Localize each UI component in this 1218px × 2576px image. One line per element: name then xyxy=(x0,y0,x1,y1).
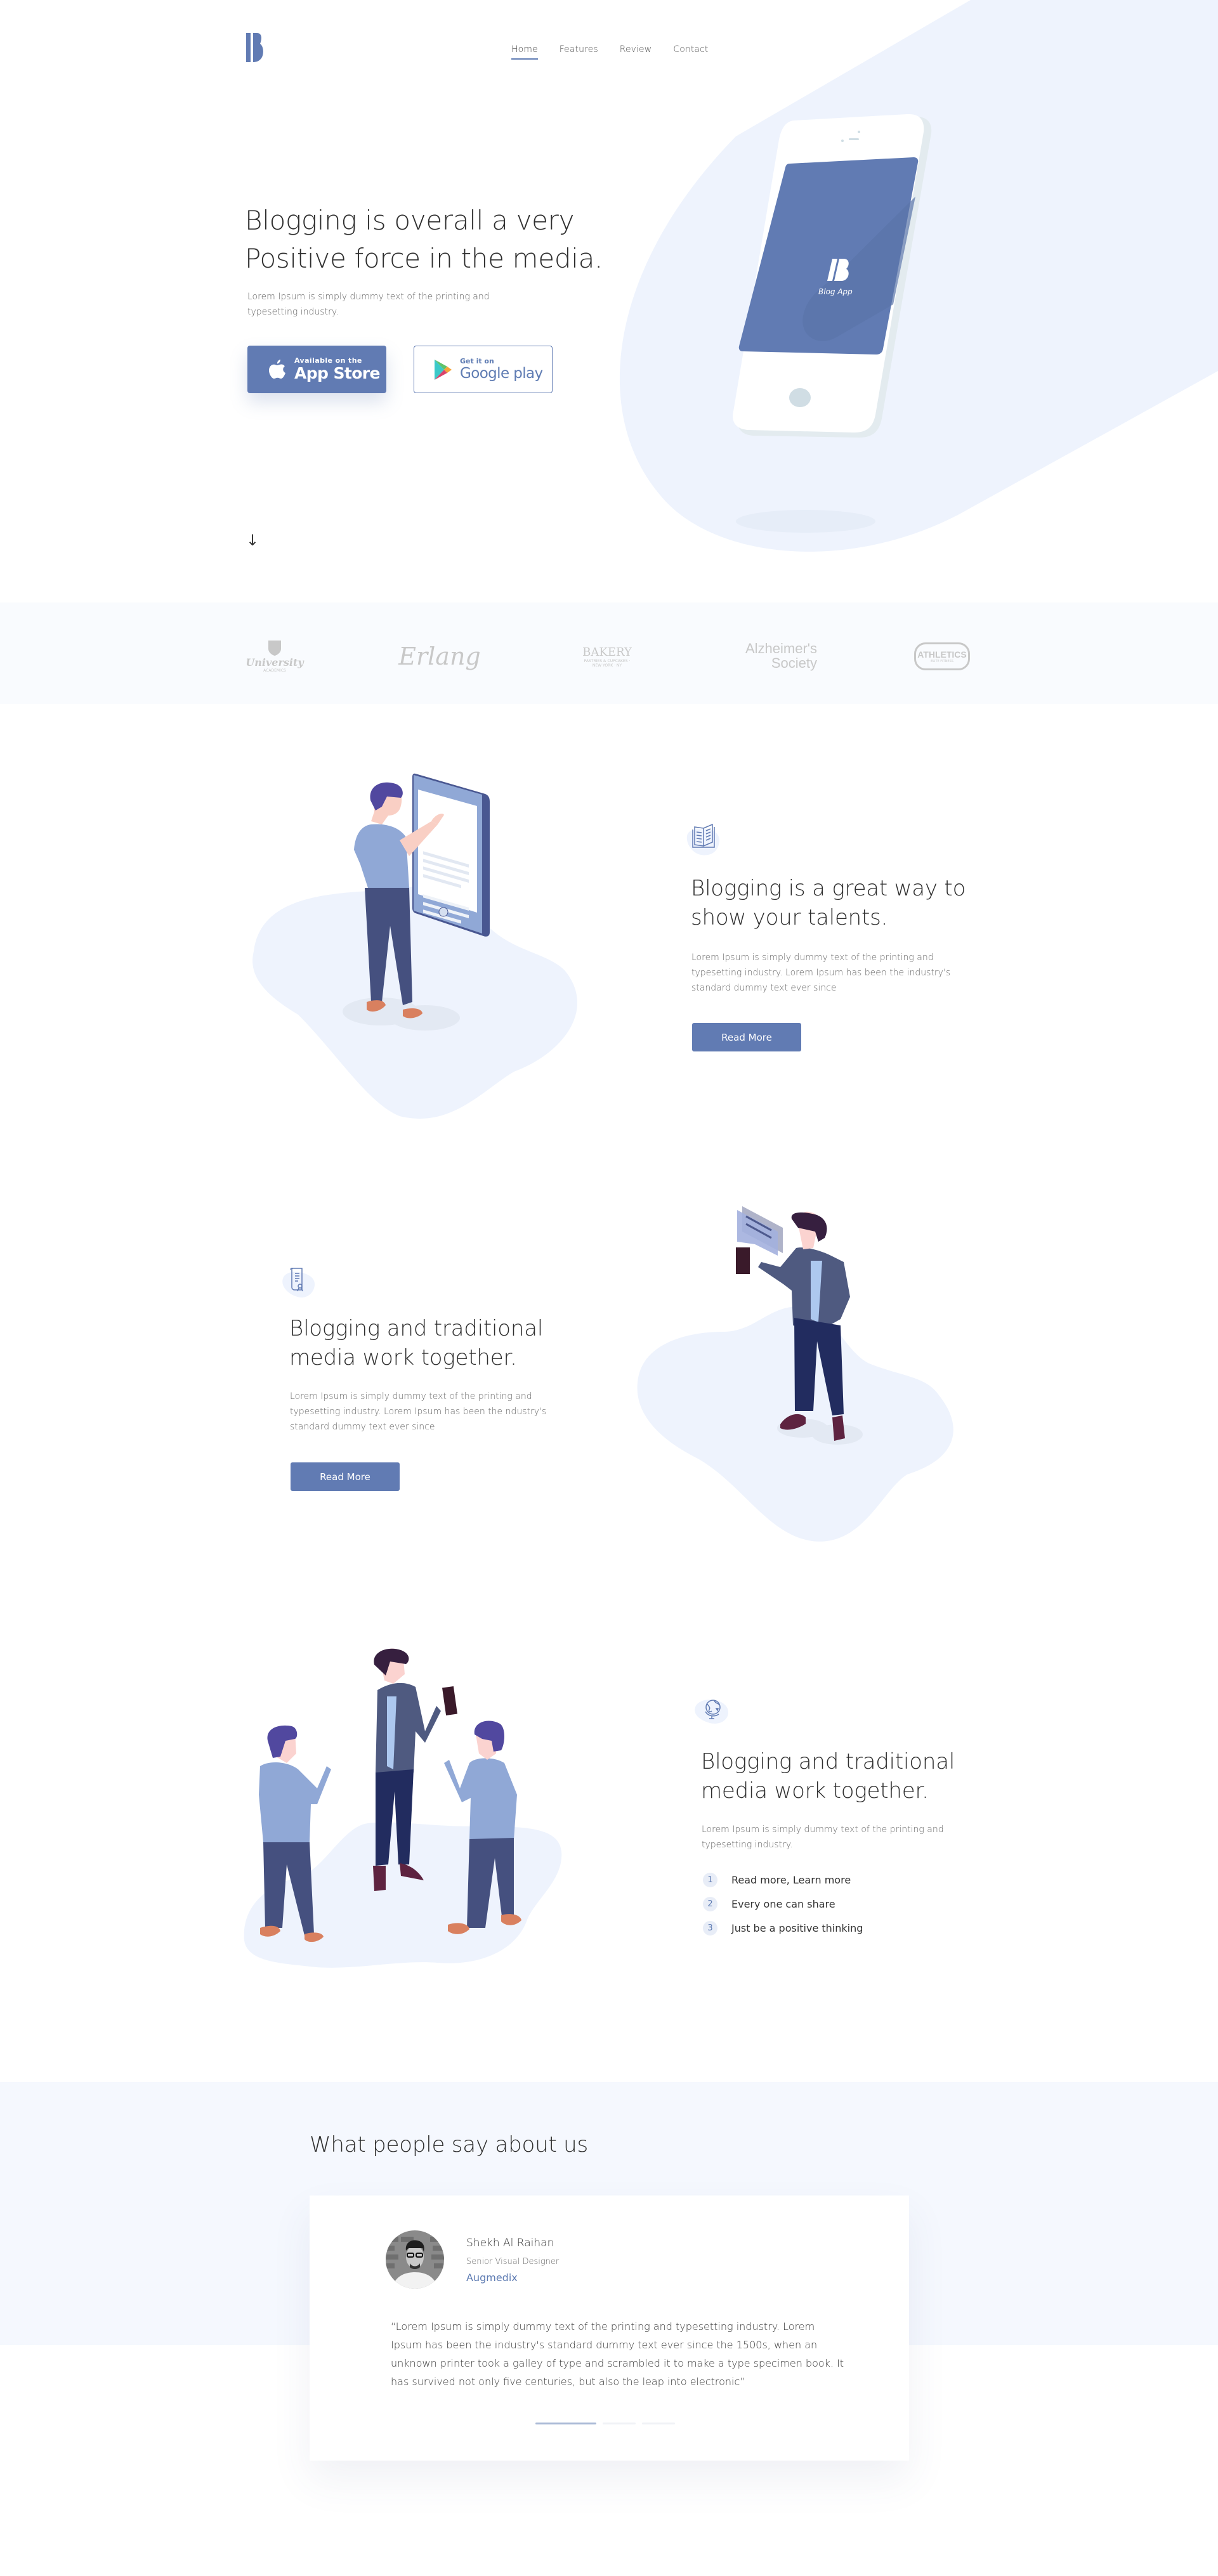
nav-review[interactable]: Review xyxy=(620,44,652,60)
illustration-group-discussion xyxy=(244,1648,562,1968)
hero-title-line2: Positive force in the media. xyxy=(245,243,603,274)
client-logo-university: University ACADEMICS xyxy=(246,634,304,679)
google-play-icon xyxy=(435,359,452,380)
app-store-button[interactable]: Available on the App Store xyxy=(247,346,386,393)
feature-1-read-more-button[interactable]: Read More xyxy=(692,1023,801,1051)
feature-3-list: 1 Read more, Learn more 2 Every one can … xyxy=(703,1868,863,1940)
shield-icon xyxy=(268,641,281,656)
hero-subtitle: Lorem Ipsum is simply dummy text of the … xyxy=(247,292,490,317)
testimonial-card: Shekh Al Raihan Senior Visual Designer A… xyxy=(310,2195,909,2461)
certificate-icon xyxy=(282,1268,315,1298)
avatar xyxy=(386,2230,444,2289)
illustration-person-tablet xyxy=(252,773,578,1119)
nav-contact[interactable]: Contact xyxy=(673,44,708,60)
client-logo-erlang: Erlang xyxy=(398,642,481,670)
list-item-label: Just be a positive thinking xyxy=(731,1922,863,1934)
globe-icon xyxy=(695,1700,729,1724)
reviewer-name: Shekh Al Raihan xyxy=(466,2237,554,2249)
client-logo-alzheimers: Alzheimer's Society xyxy=(745,641,817,671)
hero-background-blob xyxy=(619,0,1218,552)
testimonial-quote: “Lorem Ipsum is simply dummy text of the… xyxy=(391,2320,844,2388)
feature-1-title: Blogging is a great way to show your tale… xyxy=(691,876,966,930)
list-number-badge: 1 xyxy=(703,1872,717,1887)
brand-logo[interactable] xyxy=(246,33,264,62)
phone-app-name: Blog App xyxy=(818,287,853,296)
testimonials-title: What people say about us xyxy=(310,2132,589,2157)
list-number-badge: 3 xyxy=(703,1920,717,1935)
main-nav: Home Features Review Contact xyxy=(511,44,730,60)
client-logo-athletics: ATHLETICS ELITE FITNESS xyxy=(914,634,971,679)
nav-features[interactable]: Features xyxy=(560,44,598,60)
carousel-dot-2[interactable] xyxy=(603,2423,636,2424)
feature-2-title: Blogging and traditional media work toget… xyxy=(289,1316,544,1370)
feature-2-text: Lorem Ipsum is simply dummy text of the … xyxy=(290,1391,547,1432)
client-logos-bar: University ACADEMICS Erlang BAKERY PASTR… xyxy=(0,602,1218,704)
feature-3-text: Lorem Ipsum is simply dummy text of the … xyxy=(702,1825,944,1850)
nav-home[interactable]: Home xyxy=(511,44,538,60)
hero-title: Blogging is overall a very Positive forc… xyxy=(245,202,603,278)
list-item: 1 Read more, Learn more xyxy=(703,1868,863,1892)
app-store-big-text: App Store xyxy=(294,364,380,382)
phone-mockup: Blog App xyxy=(733,114,932,438)
list-item-label: Read more, Learn more xyxy=(731,1873,851,1886)
feature-1-text: Lorem Ipsum is simply dummy text of the … xyxy=(691,953,951,993)
scroll-down-arrow-icon[interactable]: ↓ xyxy=(246,531,259,549)
hero-section: Home Features Review Contact Blogging is… xyxy=(0,0,1218,602)
illustration-person-phone xyxy=(637,1206,953,1542)
list-number-badge: 2 xyxy=(703,1896,717,1911)
hero-title-line1: Blogging is overall a very xyxy=(245,205,575,236)
google-play-button[interactable]: Get it on Google play xyxy=(414,346,553,393)
feature-2-read-more-button[interactable]: Read More xyxy=(291,1462,400,1491)
carousel-indicators xyxy=(535,2423,675,2424)
client-logo-bakery: BAKERY PASTRIES & CUPCAKES · NEW YORK · … xyxy=(582,645,632,668)
carousel-dot-3[interactable] xyxy=(642,2423,675,2424)
list-item-label: Every one can share xyxy=(731,1897,835,1910)
reviewer-role: Senior Visual Designer xyxy=(466,2257,560,2267)
feature-3-title: Blogging and traditional media work toget… xyxy=(701,1749,955,1804)
carousel-dot-1[interactable] xyxy=(535,2423,596,2424)
apple-icon xyxy=(269,359,285,379)
list-item: 3 Just be a positive thinking xyxy=(703,1916,863,1940)
google-play-small-text: Get it on xyxy=(460,357,494,365)
book-icon xyxy=(686,823,720,855)
google-play-big-text: Google play xyxy=(460,365,543,382)
list-item: 2 Every one can share xyxy=(703,1892,863,1916)
reviewer-company-link[interactable]: Augmedix xyxy=(466,2272,518,2284)
